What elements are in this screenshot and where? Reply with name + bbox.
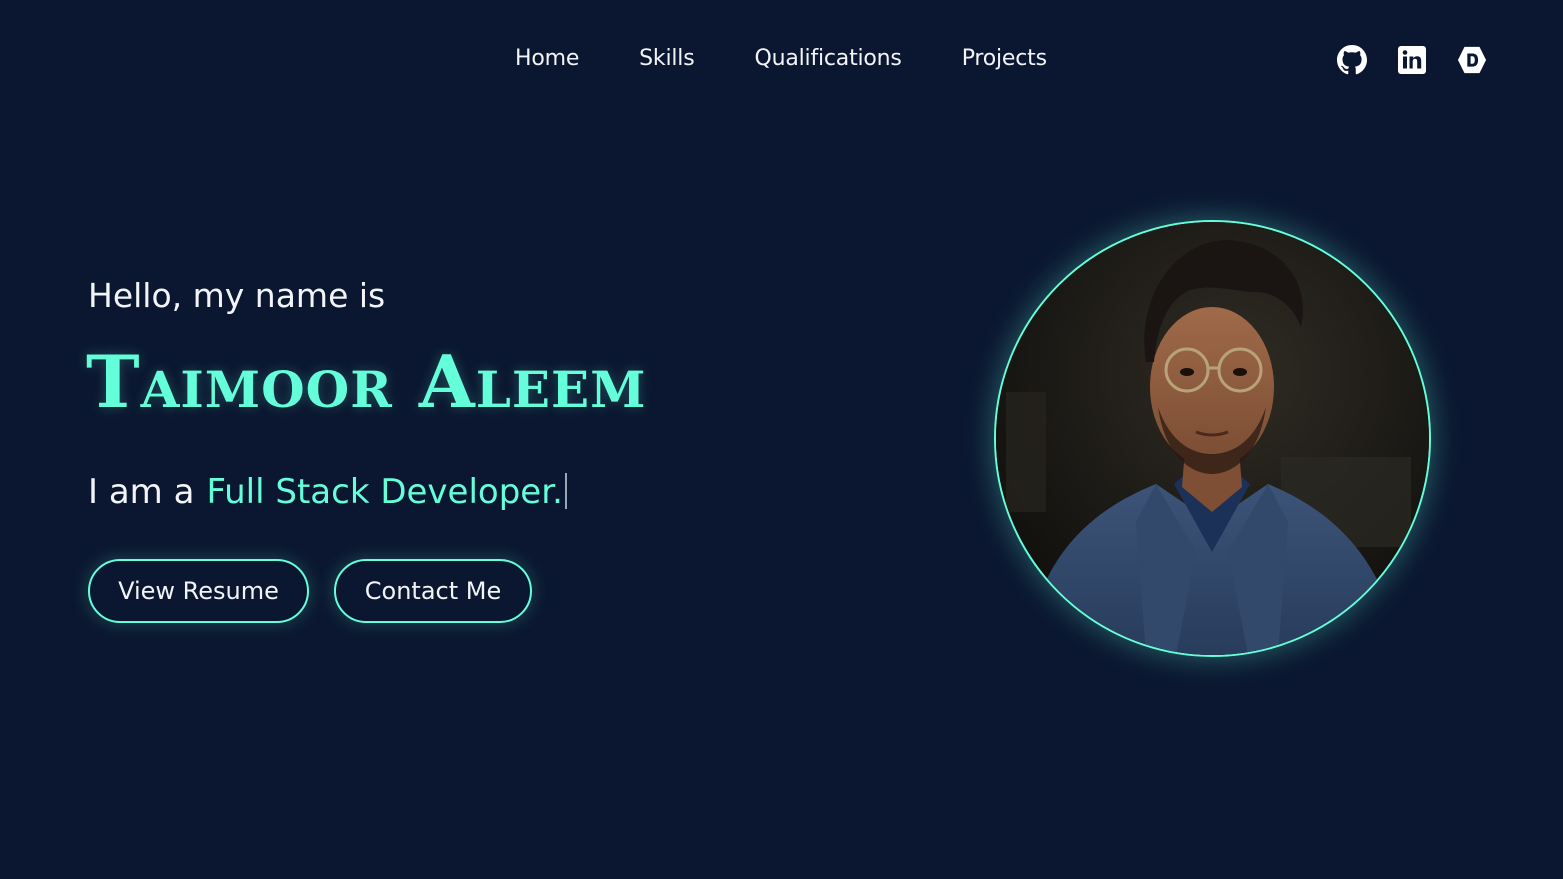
nav-link-projects[interactable]: Projects xyxy=(962,46,1047,71)
nav-link-qualifications[interactable]: Qualifications xyxy=(754,46,901,71)
nav-link-skills[interactable]: Skills xyxy=(639,46,695,71)
nav-links: Home Skills Qualifications Projects xyxy=(515,46,1047,71)
role-prefix: I am a xyxy=(88,472,195,512)
profile-photo xyxy=(994,220,1431,657)
portfolio-page: Home Skills Qualifications Projects Hell… xyxy=(0,0,1563,879)
greeting-text: Hello, my name is xyxy=(88,276,386,315)
hero-buttons: View Resume Contact Me xyxy=(88,559,532,623)
top-nav: Home Skills Qualifications Projects xyxy=(0,44,1563,84)
nav-link-home[interactable]: Home xyxy=(515,46,579,71)
hero-name: Taimoor Aleem xyxy=(86,339,647,424)
github-icon[interactable] xyxy=(1337,44,1367,76)
typing-cursor xyxy=(564,473,567,509)
role-line: I am a Full Stack Developer. xyxy=(88,472,567,512)
linkedin-icon[interactable] xyxy=(1397,44,1427,76)
dev-icon[interactable] xyxy=(1457,44,1487,76)
view-resume-button[interactable]: View Resume xyxy=(88,559,309,623)
social-links xyxy=(1337,44,1487,76)
contact-me-button[interactable]: Contact Me xyxy=(334,559,532,623)
role-typed-text: Full Stack Developer. xyxy=(206,472,563,512)
